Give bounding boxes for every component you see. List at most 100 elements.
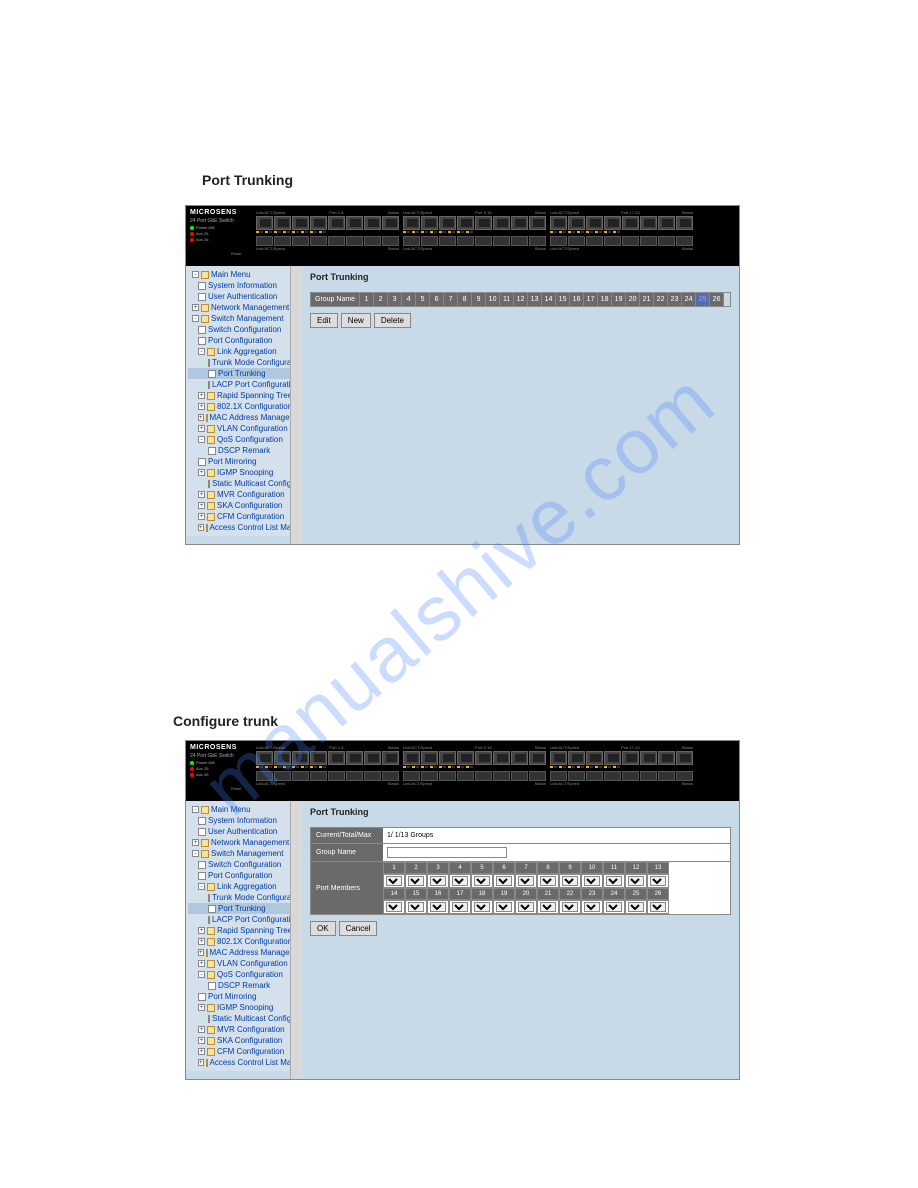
- group-cell[interactable]: 19: [612, 293, 626, 306]
- port-select[interactable]: -: [518, 876, 534, 886]
- port-select[interactable]: -: [496, 876, 512, 886]
- nav-item[interactable]: User Authentication: [188, 291, 299, 302]
- nav-item[interactable]: +Access Control List Management: [188, 522, 299, 533]
- nav-item[interactable]: +IGMP Snooping: [188, 1002, 299, 1013]
- new-button[interactable]: New: [341, 313, 371, 328]
- port-select[interactable]: -: [408, 876, 424, 886]
- port-select[interactable]: -: [562, 902, 578, 912]
- group-cell[interactable]: 17: [584, 293, 598, 306]
- edit-button[interactable]: Edit: [310, 313, 338, 328]
- nav-item[interactable]: DSCP Remark: [188, 980, 299, 991]
- nav-item[interactable]: +Rapid Spanning Tree: [188, 925, 299, 936]
- port-select[interactable]: -: [584, 876, 600, 886]
- group-cell[interactable]: 1: [360, 293, 374, 306]
- nav-tree[interactable]: -Main MenuSystem InformationUser Authent…: [186, 801, 302, 1071]
- nav-item[interactable]: -Main Menu: [188, 269, 299, 280]
- port-select[interactable]: -: [584, 902, 600, 912]
- nav-item[interactable]: -Link Aggregation: [188, 346, 299, 357]
- port-select[interactable]: -: [628, 902, 644, 912]
- nav-item[interactable]: +CFM Configuration: [188, 511, 299, 522]
- group-cell[interactable]: 25: [696, 293, 710, 306]
- nav-item[interactable]: Port Trunking: [188, 903, 299, 914]
- group-cell[interactable]: 4: [402, 293, 416, 306]
- nav-item[interactable]: User Authentication: [188, 826, 299, 837]
- nav-item[interactable]: +802.1X Configuration: [188, 401, 299, 412]
- nav-item[interactable]: +CFM Configuration: [188, 1046, 299, 1057]
- nav-item[interactable]: LACP Port Configuration: [188, 914, 299, 925]
- group-cell[interactable]: 8: [458, 293, 472, 306]
- nav-item[interactable]: Trunk Mode Configuration: [188, 357, 299, 368]
- scrollbar[interactable]: [290, 266, 302, 544]
- nav-item[interactable]: Port Mirroring: [188, 991, 299, 1002]
- cancel-button[interactable]: Cancel: [339, 921, 378, 936]
- port-select[interactable]: -: [430, 876, 446, 886]
- nav-item[interactable]: +MAC Address Management: [188, 947, 299, 958]
- group-cell[interactable]: 22: [654, 293, 668, 306]
- nav-item[interactable]: +Network Management: [188, 302, 299, 313]
- nav-item[interactable]: System Information: [188, 280, 299, 291]
- nav-item[interactable]: +MVR Configuration: [188, 1024, 299, 1035]
- nav-item[interactable]: Trunk Mode Configuration: [188, 892, 299, 903]
- ok-button[interactable]: OK: [310, 921, 336, 936]
- nav-item[interactable]: +VLAN Configuration: [188, 958, 299, 969]
- delete-button[interactable]: Delete: [374, 313, 411, 328]
- group-cell[interactable]: 18: [598, 293, 612, 306]
- group-cell[interactable]: 10: [486, 293, 500, 306]
- port-select[interactable]: -: [496, 902, 512, 912]
- group-cell[interactable]: 23: [668, 293, 682, 306]
- group-cell[interactable]: 26: [710, 293, 724, 306]
- group-cell[interactable]: 3: [388, 293, 402, 306]
- port-select[interactable]: -: [474, 902, 490, 912]
- nav-item[interactable]: +Access Control List Management: [188, 1057, 299, 1068]
- nav-tree[interactable]: -Main MenuSystem InformationUser Authent…: [186, 266, 302, 536]
- port-select[interactable]: -: [408, 902, 424, 912]
- port-select[interactable]: -: [606, 876, 622, 886]
- nav-item[interactable]: Static Multicast Configuration: [188, 1013, 299, 1024]
- nav-item[interactable]: Port Configuration: [188, 870, 299, 881]
- group-cell[interactable]: 6: [430, 293, 444, 306]
- group-cell[interactable]: 16: [570, 293, 584, 306]
- nav-item[interactable]: Switch Configuration: [188, 859, 299, 870]
- port-select[interactable]: -: [628, 876, 644, 886]
- port-select[interactable]: -: [452, 876, 468, 886]
- nav-item[interactable]: -Link Aggregation: [188, 881, 299, 892]
- nav-item[interactable]: +Rapid Spanning Tree: [188, 390, 299, 401]
- nav-item[interactable]: +SKA Configuration: [188, 1035, 299, 1046]
- group-cell[interactable]: 11: [500, 293, 514, 306]
- port-select[interactable]: -: [540, 902, 556, 912]
- port-select[interactable]: -: [606, 902, 622, 912]
- nav-item[interactable]: Port Trunking: [188, 368, 299, 379]
- group-cell[interactable]: 13: [528, 293, 542, 306]
- nav-item[interactable]: Static Multicast Configuration: [188, 478, 299, 489]
- nav-item[interactable]: DSCP Remark: [188, 445, 299, 456]
- port-select[interactable]: -: [650, 876, 666, 886]
- nav-item[interactable]: +MAC Address Management: [188, 412, 299, 423]
- nav-item[interactable]: +Network Management: [188, 837, 299, 848]
- group-cell[interactable]: 7: [444, 293, 458, 306]
- nav-item[interactable]: -QoS Configuration: [188, 434, 299, 445]
- nav-item[interactable]: Port Configuration: [188, 335, 299, 346]
- port-select[interactable]: -: [562, 876, 578, 886]
- nav-item[interactable]: Port Mirroring: [188, 456, 299, 467]
- group-cell[interactable]: 14: [542, 293, 556, 306]
- scrollbar[interactable]: [290, 801, 302, 1079]
- group-cell[interactable]: 24: [682, 293, 696, 306]
- nav-item[interactable]: +VLAN Configuration: [188, 423, 299, 434]
- nav-item[interactable]: +SKA Configuration: [188, 500, 299, 511]
- nav-item[interactable]: -QoS Configuration: [188, 969, 299, 980]
- port-select[interactable]: -: [474, 876, 490, 886]
- port-select[interactable]: -: [540, 876, 556, 886]
- nav-item[interactable]: LACP Port Configuration: [188, 379, 299, 390]
- nav-item[interactable]: System Information: [188, 815, 299, 826]
- nav-item[interactable]: -Main Menu: [188, 804, 299, 815]
- nav-item[interactable]: +802.1X Configuration: [188, 936, 299, 947]
- nav-item[interactable]: +MVR Configuration: [188, 489, 299, 500]
- group-cell[interactable]: 15: [556, 293, 570, 306]
- group-name-input[interactable]: [387, 847, 507, 858]
- nav-item[interactable]: -Switch Management: [188, 848, 299, 859]
- nav-item[interactable]: +IGMP Snooping: [188, 467, 299, 478]
- nav-item[interactable]: Switch Configuration: [188, 324, 299, 335]
- port-select[interactable]: -: [650, 902, 666, 912]
- group-cell[interactable]: 21: [640, 293, 654, 306]
- group-cell[interactable]: 20: [626, 293, 640, 306]
